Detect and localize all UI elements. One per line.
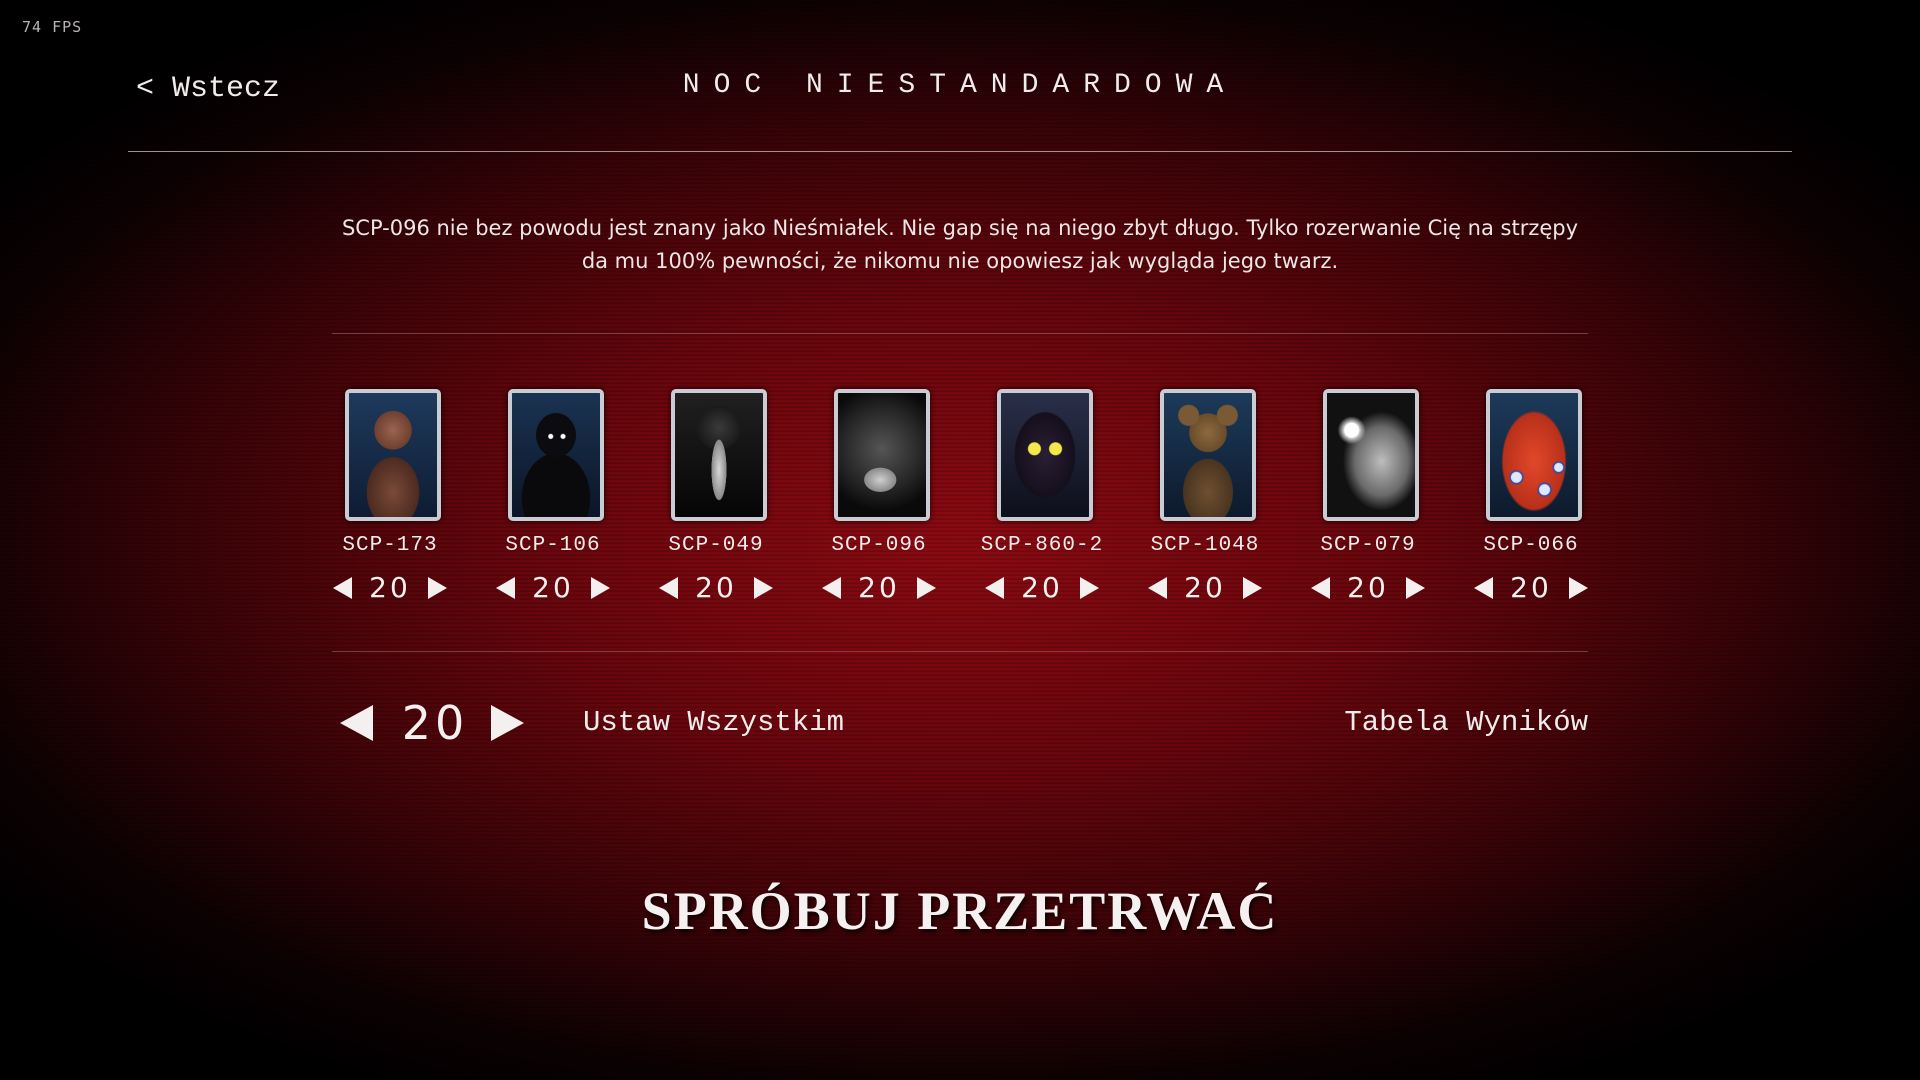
character-level: 20 <box>1510 571 1552 604</box>
level-stepper: 20 <box>325 571 455 604</box>
increase-arrow-icon[interactable] <box>1406 577 1425 599</box>
increase-arrow-icon[interactable] <box>754 577 773 599</box>
character-level: 20 <box>1184 571 1226 604</box>
character-level: 20 <box>532 571 574 604</box>
character-level: 20 <box>1021 571 1063 604</box>
decrease-arrow-icon[interactable] <box>822 577 841 599</box>
sculpture-portrait-icon[interactable] <box>345 389 441 521</box>
header-divider <box>128 151 1792 152</box>
character-level: 20 <box>695 571 737 604</box>
character-name: SCP-860-2 <box>980 534 1104 557</box>
level-stepper: 20 <box>1466 571 1596 604</box>
global-increase-arrow-icon[interactable] <box>491 705 524 741</box>
increase-arrow-icon[interactable] <box>1569 577 1588 599</box>
start-button[interactable]: SPRÓBUJ PRZETRWAĆ <box>0 880 1920 942</box>
increase-arrow-icon[interactable] <box>591 577 610 599</box>
divider-top <box>332 333 1588 334</box>
shy-guy-portrait-icon[interactable] <box>834 389 930 521</box>
increase-arrow-icon[interactable] <box>1243 577 1262 599</box>
character-name: SCP-079 <box>1320 534 1416 557</box>
level-stepper: 20 <box>651 571 781 604</box>
decrease-arrow-icon[interactable] <box>659 577 678 599</box>
character-name: SCP-1048 <box>1150 534 1260 557</box>
character-level: 20 <box>369 571 411 604</box>
old-man-portrait-icon[interactable] <box>508 389 604 521</box>
character-level: 20 <box>858 571 900 604</box>
increase-arrow-icon[interactable] <box>1080 577 1099 599</box>
character-level: 20 <box>1347 571 1389 604</box>
level-stepper: 20 <box>1140 571 1270 604</box>
increase-arrow-icon[interactable] <box>428 577 447 599</box>
character-name: SCP-106 <box>505 534 601 557</box>
teddy-bear-portrait-icon[interactable] <box>1160 389 1256 521</box>
level-stepper: 20 <box>814 571 944 604</box>
decrease-arrow-icon[interactable] <box>1311 577 1330 599</box>
set-all-button[interactable]: Ustaw Wszystkim <box>583 706 844 739</box>
fps-counter: 74 FPS <box>22 18 83 36</box>
decrease-arrow-icon[interactable] <box>496 577 515 599</box>
character-name: SCP-066 <box>1483 534 1579 557</box>
decrease-arrow-icon[interactable] <box>333 577 352 599</box>
plague-doctor-portrait-icon[interactable] <box>671 389 767 521</box>
global-level-value: 20 <box>401 696 469 750</box>
decrease-arrow-icon[interactable] <box>985 577 1004 599</box>
scoreboard-button[interactable]: Tabela Wyników <box>1344 706 1588 739</box>
decrease-arrow-icon[interactable] <box>1148 577 1167 599</box>
level-stepper: 20 <box>1303 571 1433 604</box>
character-name: SCP-096 <box>831 534 927 557</box>
decrease-arrow-icon[interactable] <box>1474 577 1493 599</box>
old-ai-portrait-icon[interactable] <box>1323 389 1419 521</box>
character-description: SCP-096 nie bez powodu jest znany jako N… <box>341 216 1579 273</box>
character-name: SCP-173 <box>342 534 438 557</box>
global-decrease-arrow-icon[interactable] <box>340 705 373 741</box>
increase-arrow-icon[interactable] <box>917 577 936 599</box>
global-level-stepper: 20 <box>340 696 524 750</box>
forest-creature-portrait-icon[interactable] <box>997 389 1093 521</box>
eric-toy-portrait-icon[interactable] <box>1486 389 1582 521</box>
page-title: NOC NIESTANDARDOWA <box>682 70 1238 101</box>
character-name: SCP-049 <box>668 534 764 557</box>
level-stepper: 20 <box>977 571 1107 604</box>
level-stepper: 20 <box>488 571 618 604</box>
divider-bottom <box>332 651 1588 652</box>
